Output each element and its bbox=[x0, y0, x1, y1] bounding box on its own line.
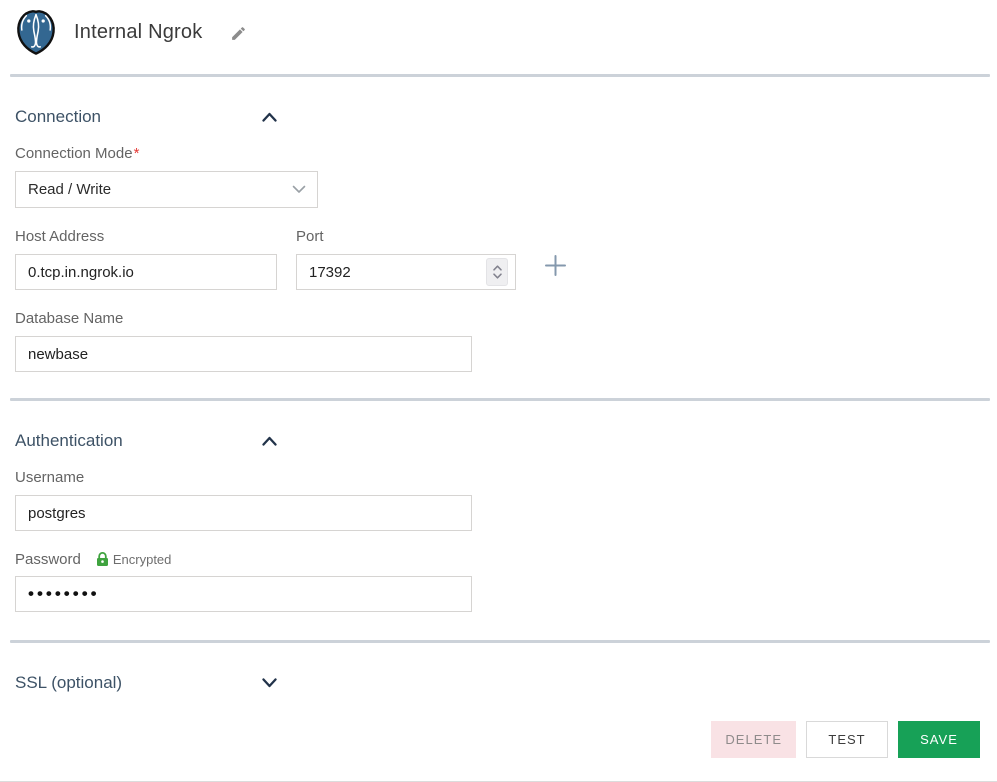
chevron-down-icon bbox=[292, 185, 306, 194]
username-input[interactable] bbox=[15, 495, 472, 531]
port-input-wrap bbox=[296, 245, 516, 290]
form-actions: DELETE TEST SAVE bbox=[0, 721, 980, 758]
form-header: Internal Ngrok bbox=[0, 0, 997, 64]
encrypted-badge: Encrypted bbox=[112, 552, 172, 567]
username-label: Username bbox=[15, 469, 85, 486]
database-name-input[interactable] bbox=[15, 336, 472, 372]
section-connection: Connection Connection Mode * Read / Write… bbox=[0, 77, 997, 372]
host-address-input[interactable] bbox=[15, 254, 277, 290]
stepper-down-icon[interactable] bbox=[492, 273, 502, 279]
plus-icon bbox=[545, 254, 566, 276]
postgresql-logo-icon bbox=[17, 10, 55, 55]
pencil-icon bbox=[232, 26, 246, 40]
edit-title-button[interactable] bbox=[230, 25, 247, 42]
stepper-up-icon[interactable] bbox=[492, 265, 502, 271]
port-input[interactable] bbox=[296, 254, 516, 290]
database-connection-form: Internal Ngrok Connection Connection Mod… bbox=[0, 0, 997, 782]
section-header-ssl[interactable]: SSL (optional) bbox=[15, 643, 277, 693]
chevron-down-icon[interactable] bbox=[262, 678, 277, 688]
password-label-row: Password Encrypted bbox=[15, 551, 997, 568]
host-address-label: Host Address bbox=[15, 228, 105, 245]
section-header-authentication[interactable]: Authentication bbox=[15, 401, 277, 451]
save-button[interactable]: SAVE bbox=[898, 721, 980, 758]
section-authentication: Authentication Username Password Encrypt… bbox=[0, 401, 997, 612]
database-name-label: Database Name bbox=[15, 310, 124, 327]
port-stepper[interactable] bbox=[486, 258, 508, 286]
port-field: Port bbox=[296, 208, 516, 290]
connection-mode-value: Read / Write bbox=[28, 181, 112, 198]
host-port-row: Host Address Port bbox=[15, 208, 997, 290]
add-host-button[interactable] bbox=[544, 254, 567, 277]
chevron-up-icon[interactable] bbox=[262, 436, 277, 446]
port-label: Port bbox=[296, 228, 324, 245]
delete-button[interactable]: DELETE bbox=[711, 721, 796, 758]
connection-mode-label: Connection Mode * bbox=[15, 145, 140, 162]
password-label: Password bbox=[15, 551, 81, 568]
page-title: Internal Ngrok bbox=[74, 20, 203, 43]
section-title: SSL (optional) bbox=[15, 673, 123, 692]
lock-icon bbox=[96, 552, 109, 567]
section-ssl: SSL (optional) bbox=[0, 643, 997, 693]
test-button[interactable]: TEST bbox=[806, 721, 888, 758]
section-title: Connection bbox=[15, 107, 102, 126]
password-input[interactable] bbox=[15, 576, 472, 612]
section-title: Authentication bbox=[15, 431, 123, 450]
section-header-connection[interactable]: Connection bbox=[15, 77, 277, 127]
required-asterisk: * bbox=[133, 145, 140, 162]
connection-mode-select[interactable]: Read / Write bbox=[15, 171, 318, 208]
chevron-up-icon[interactable] bbox=[262, 112, 277, 122]
host-field: Host Address bbox=[15, 208, 277, 290]
